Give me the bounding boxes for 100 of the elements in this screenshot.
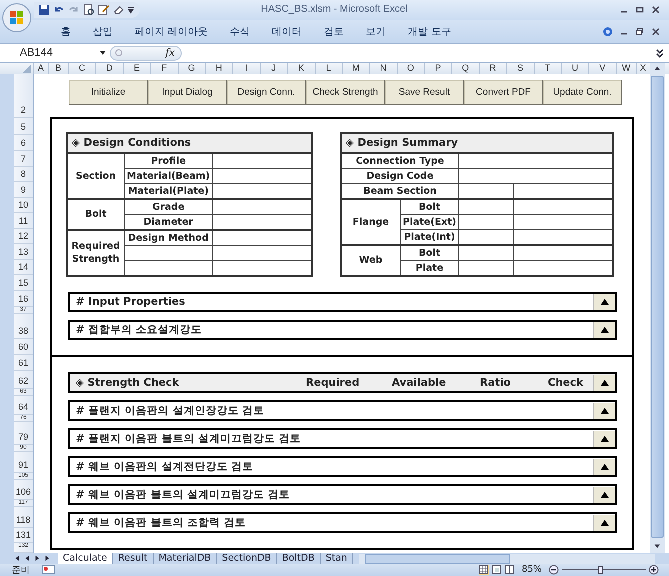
collapse-button[interactable] — [593, 322, 615, 338]
macro-button[interactable]: Initialize — [69, 80, 148, 105]
row-header[interactable]: 12 — [14, 229, 33, 244]
row-header[interactable]: 2 — [14, 74, 33, 118]
column-label: Required — [306, 376, 360, 388]
status-text: 준비 — [12, 564, 31, 576]
normal-view-icon[interactable] — [478, 565, 489, 575]
scroll-thumb[interactable] — [651, 76, 664, 538]
macro-button[interactable]: Design Conn. — [227, 80, 306, 105]
ribbon-tab[interactable]: 홈 — [50, 24, 82, 38]
restore-icon[interactable] — [635, 26, 645, 36]
row-header[interactable]: 64 — [14, 396, 33, 415]
dropdown-icon[interactable] — [128, 6, 134, 14]
triangle-icon — [600, 492, 608, 498]
table-cell: Required Strength — [67, 230, 124, 276]
column-label: Check — [548, 376, 584, 388]
row-header[interactable]: 118 — [14, 507, 33, 528]
row-header[interactable]: 5 — [14, 118, 33, 135]
sheet-tab[interactable]: Calculate — [58, 553, 114, 564]
row-header[interactable]: 11 — [14, 213, 33, 229]
row-header[interactable]: 60 — [14, 339, 33, 355]
save-icon[interactable] — [38, 4, 50, 16]
ribbon-tab[interactable]: 검토 — [313, 24, 356, 38]
row-header[interactable]: 10 — [14, 198, 33, 213]
row-header[interactable]: 14 — [14, 260, 33, 275]
zoom-in-icon[interactable] — [649, 565, 659, 575]
help-icon[interactable] — [603, 26, 613, 36]
table-title: ◈ Design Summary — [341, 133, 613, 153]
ribbon-tab[interactable]: 개발 도구 — [397, 24, 462, 38]
slider-thumb[interactable] — [598, 566, 603, 574]
table-cell: Material(Beam) — [124, 168, 213, 184]
table-cell — [458, 214, 514, 230]
macro-button[interactable]: Input Dialog — [148, 80, 227, 105]
row-header[interactable]: 6 — [14, 135, 33, 151]
table-cell: Design Code — [341, 168, 459, 184]
table-cell: Bolt — [400, 199, 459, 214]
ribbon-tab[interactable]: 데이터 — [261, 24, 314, 38]
macro-button[interactable]: Save Result — [385, 80, 464, 105]
row-header[interactable]: 91 — [14, 452, 33, 473]
macro-button[interactable]: Update Conn. — [543, 80, 622, 105]
row-header[interactable]: 62 — [14, 371, 33, 389]
section-title: # 웨브 이음판의 설계전단강도 검토 — [75, 460, 254, 474]
scroll-down-icon[interactable] — [653, 542, 662, 551]
collapse-button[interactable] — [593, 458, 615, 474]
zoom-out-icon[interactable] — [549, 565, 559, 575]
table-cell — [458, 199, 514, 214]
collapse-button[interactable] — [593, 402, 615, 418]
macro-record-icon[interactable] — [42, 565, 56, 575]
row-header[interactable]: 131 — [14, 528, 33, 543]
triangle-icon — [600, 299, 608, 305]
horizontal-scrollbar[interactable] — [359, 554, 655, 564]
triangle-icon — [600, 380, 608, 386]
zoom-level[interactable]: 85% — [522, 565, 542, 575]
row-header[interactable]: 106 — [14, 480, 33, 500]
macro-button[interactable]: Check Strength — [306, 80, 385, 105]
eraser-icon[interactable] — [113, 4, 125, 16]
vertical-scrollbar[interactable] — [650, 74, 665, 553]
collapse-button[interactable] — [593, 430, 615, 446]
triangle-icon — [600, 327, 608, 333]
triangle-icon — [600, 520, 608, 526]
table-cell: Connection Type — [341, 153, 459, 168]
triangle-icon — [600, 464, 608, 470]
table-cell: Web — [341, 245, 400, 276]
dropdown-icon[interactable] — [100, 50, 106, 56]
section-title: # 접합부의 소요설계강도 — [75, 323, 202, 337]
print-preview-icon[interactable] — [83, 4, 95, 16]
close-icon[interactable] — [651, 5, 661, 15]
column-label: Ratio — [480, 376, 512, 388]
table-cell: Flange — [341, 199, 400, 245]
row-header[interactable]: 7 — [14, 151, 33, 167]
row-header[interactable]: 9 — [14, 182, 33, 198]
table-cell: Design Method — [124, 230, 213, 246]
ribbon-tab[interactable]: 삽입 — [82, 24, 124, 38]
collapse-button[interactable] — [593, 514, 615, 530]
expand-icon[interactable] — [655, 47, 665, 59]
row-header[interactable]: 38 — [14, 314, 33, 339]
section-title: # 웨브 이음판 볼트의 조합력 검토 — [75, 516, 246, 530]
row-header[interactable]: 13 — [14, 244, 33, 260]
name-box[interactable]: AB144 — [4, 44, 90, 62]
insert-function-button[interactable]: fx — [166, 48, 175, 58]
row-header[interactable]: 79 — [14, 422, 33, 445]
ribbon-tab[interactable]: 수식 — [219, 24, 262, 38]
ribbon-tab[interactable]: 페이지 레이아웃 — [124, 24, 220, 38]
collapse-button[interactable] — [593, 294, 615, 310]
collapse-button[interactable] — [593, 374, 615, 390]
zoom-slider[interactable] — [562, 565, 646, 575]
collapse-button[interactable] — [593, 486, 615, 502]
page-layout-icon[interactable] — [492, 565, 502, 575]
row-header[interactable]: 8 — [14, 167, 33, 182]
row-header[interactable]: 61 — [14, 355, 33, 371]
close-icon[interactable] — [651, 26, 661, 36]
row-header[interactable]: 15 — [14, 275, 33, 291]
section-title: # 플랜지 이음판 볼트의 설계미끄럼강도 검토 — [75, 432, 302, 446]
row-header[interactable]: 16 — [14, 291, 33, 307]
ribbon-tab[interactable]: 보기 — [355, 24, 398, 38]
scroll-thumb[interactable] — [365, 554, 510, 564]
maximize-icon[interactable] — [635, 5, 645, 15]
page-break-icon[interactable] — [504, 565, 515, 575]
edit-icon[interactable] — [98, 4, 110, 16]
macro-button[interactable]: Convert PDF — [464, 80, 543, 105]
